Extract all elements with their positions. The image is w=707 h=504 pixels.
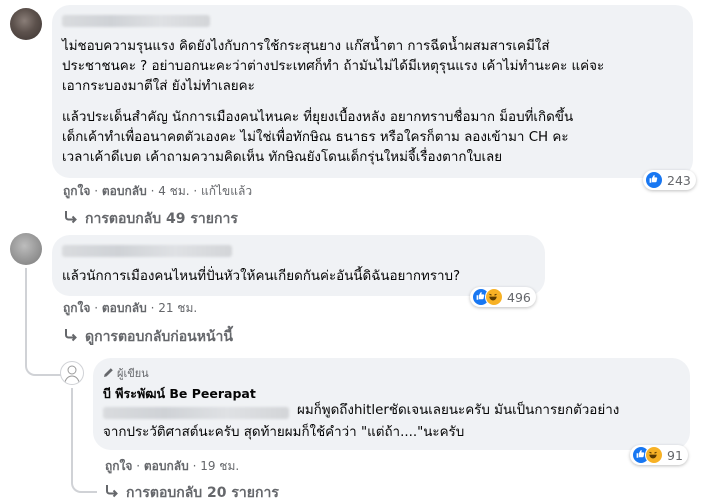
thread-line <box>71 460 97 493</box>
reactions-count: 496 <box>507 289 531 305</box>
view-replies-label: การตอบกลับ 20 รายการ <box>126 485 279 501</box>
view-replies-label: การตอบกลับ 49 รายการ <box>85 211 238 227</box>
like-button[interactable]: ถูกใจ <box>63 184 90 198</box>
edited-label: แก้ไขแล้ว <box>201 184 253 198</box>
comment-line: แล้วประเด็นสำคัญ นักการเมืองคนไหนคะ ที่ย… <box>62 110 574 125</box>
reply-bubble: ผู้เขียน บี พีระพัฒน์ Be Peerapat ผมก็พู… <box>93 358 690 450</box>
comment-actions: ถูกใจ · ตอบกลับ · 21 ชม. <box>63 301 198 315</box>
reply-arrow-icon <box>65 329 77 342</box>
haha-reaction-icon <box>645 446 663 464</box>
author-badge: ผู้เขียน <box>103 364 149 382</box>
reactions-count: 243 <box>667 172 691 188</box>
reactions-summary[interactable]: 91 <box>630 445 688 465</box>
reply-arrow-icon <box>106 485 118 498</box>
reply-button[interactable]: ตอบกลับ <box>102 184 147 198</box>
redacted-tagged-name <box>103 407 289 419</box>
author-badge-label: ผู้เขียน <box>117 367 149 380</box>
redacted-author-name <box>62 15 210 27</box>
reactions-count: 91 <box>667 447 683 463</box>
like-button[interactable]: ถูกใจ <box>105 459 132 473</box>
thread-line <box>25 318 63 376</box>
reply-arrow-icon <box>65 211 77 224</box>
like-reaction-icon <box>645 171 663 189</box>
reactions-summary[interactable]: 243 <box>643 170 696 190</box>
previous-replies-label: ดูการตอบกลับก่อนหน้านี้ <box>85 329 233 345</box>
timestamp[interactable]: 21 ชม. <box>158 301 197 315</box>
previous-replies-link[interactable]: ดูการตอบกลับก่อนหน้านี้ <box>63 326 233 348</box>
comment-actions: ถูกใจ · ตอบกลับ · 4 ชม. · แก้ไขแล้ว <box>63 184 253 198</box>
reactions-summary[interactable]: 496 <box>470 287 536 307</box>
comment-line: เวลาเค้าดีเบต เค้าถามความคิดเห็น ทักษิณย… <box>62 150 503 165</box>
commenter-avatar[interactable] <box>10 233 42 265</box>
comment-paragraph: แล้วประเด็นสำคัญ นักการเมืองคนไหนคะ ที่ย… <box>62 108 573 168</box>
haha-reaction-icon <box>485 288 503 306</box>
author-name[interactable]: บี พีระพัฒน์ Be Peerapat <box>103 384 256 404</box>
comment-line: ประชาชนคะ ? อย่าบอกนะคะว่าต่างประเทศก็ทำ… <box>62 59 605 74</box>
view-replies-link[interactable]: การตอบกลับ 20 รายการ <box>104 482 279 504</box>
comment-text: แล้วนักการเมืองคนไหนที่ปั่นหัวให้คนเกียด… <box>62 269 461 284</box>
pencil-icon <box>104 368 113 377</box>
like-button[interactable]: ถูกใจ <box>63 301 90 315</box>
comment-line: ไม่ชอบความรุนแรง คิดยังไงกับการใช้กระสุน… <box>62 39 550 54</box>
redacted-author-name <box>62 245 232 257</box>
comment-bubble: ไม่ชอบความรุนแรง คิดยังไงกับการใช้กระสุน… <box>52 5 693 178</box>
comment-line: เด็กเค้าทำเพื่ออนาคตตัวเองคะ ไม่ใช่เพื่อ… <box>62 130 569 145</box>
reply-line: จากประวัติศาสต์นะครับ สุดท้ายผมก็ใช้คำว่… <box>103 425 465 440</box>
view-replies-link[interactable]: การตอบกลับ 49 รายการ <box>63 208 238 230</box>
commenter-avatar[interactable] <box>10 8 42 40</box>
reply-button[interactable]: ตอบกลับ <box>102 301 147 315</box>
timestamp[interactable]: 19 ชม. <box>200 459 239 473</box>
person-sketch-icon <box>64 365 80 383</box>
comment-line: เอากระบองมาตีใส่ ยังไม่ทำเลยคะ <box>62 79 255 94</box>
reply-actions: ถูกใจ · ตอบกลับ · 19 ชม. <box>105 459 240 473</box>
comment-paragraph: ไม่ชอบความรุนแรง คิดยังไงกับการใช้กระสุน… <box>62 37 604 97</box>
reply-button[interactable]: ตอบกลับ <box>144 459 189 473</box>
reply-line: ผมก็พูดถึงhitlerชัดเจนเลยนะครับ มันเป็นก… <box>297 403 620 418</box>
timestamp[interactable]: 4 ชม. <box>158 184 189 198</box>
author-avatar[interactable] <box>60 361 84 385</box>
